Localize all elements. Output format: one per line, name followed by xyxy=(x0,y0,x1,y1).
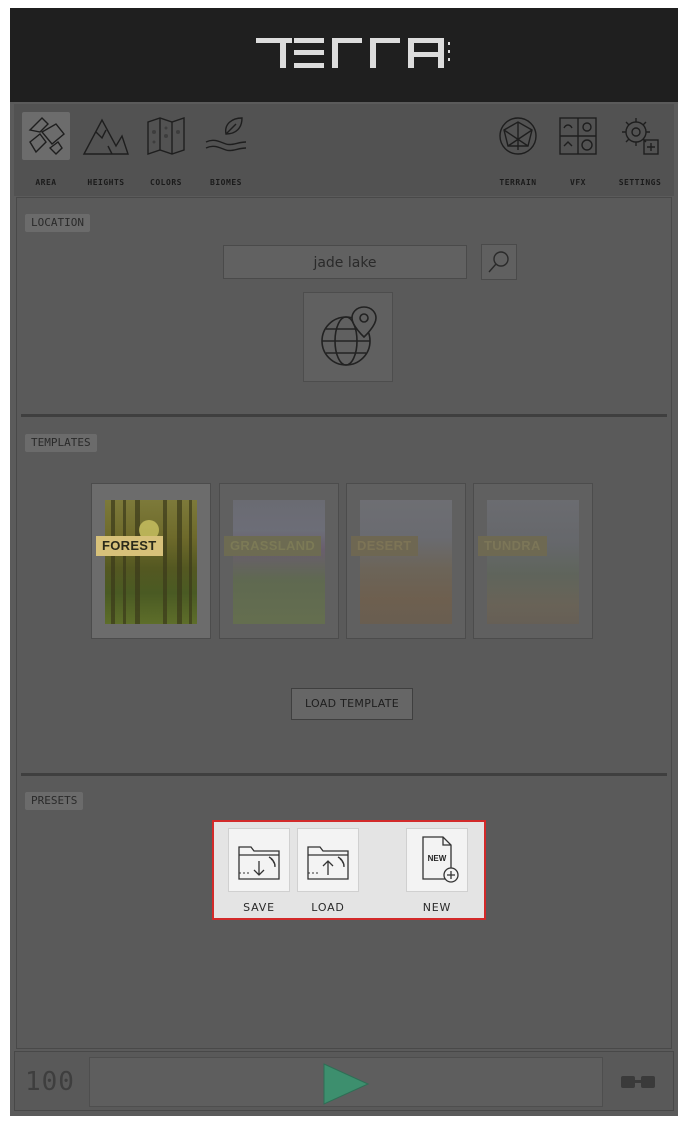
play-icon xyxy=(323,1063,370,1105)
vfx-icon xyxy=(554,112,602,160)
gear-icon xyxy=(616,112,664,160)
play-button[interactable] xyxy=(320,1062,372,1110)
presets-section-label: PRESETS xyxy=(25,792,84,810)
tundra-thumbnail xyxy=(487,500,579,624)
template-card-desert[interactable]: DESERT xyxy=(346,483,466,639)
header-bar xyxy=(10,8,678,102)
area-icon xyxy=(22,112,70,160)
toolbar-item-biomes[interactable]: BIOMES xyxy=(198,104,254,196)
new-label: NEW xyxy=(422,901,452,914)
grassland-thumbnail xyxy=(233,500,325,624)
leaf-hand-icon xyxy=(202,112,250,160)
save-label: SAVE xyxy=(243,901,275,914)
save-preset-button[interactable] xyxy=(228,828,290,892)
template-label-forest: FOREST xyxy=(96,536,163,556)
vr-glasses-button[interactable] xyxy=(619,1072,659,1096)
presets-highlight-box: NEW SAVE LOAD NEW xyxy=(212,820,486,920)
globe-pin-icon xyxy=(321,306,377,366)
load-preset-button[interactable] xyxy=(297,828,359,892)
template-card-tundra[interactable]: TUNDRA xyxy=(473,483,593,639)
toolbar-item-area[interactable]: AREA xyxy=(18,104,74,196)
map-icon xyxy=(142,112,190,160)
forest-thumbnail xyxy=(105,500,197,624)
main-toolbar: AREA HEIGHTS COLORS BIOMES TERRAIN VFX S… xyxy=(14,104,674,196)
search-button[interactable] xyxy=(481,244,517,280)
glasses-icon xyxy=(621,1076,655,1088)
load-label: LOAD xyxy=(311,901,345,914)
toolbar-item-heights[interactable]: HEIGHTS xyxy=(78,104,134,196)
search-icon xyxy=(488,251,509,273)
template-label-tundra: TUNDRA xyxy=(478,536,547,556)
toolbar-item-vfx[interactable]: VFX xyxy=(550,104,606,196)
toolbar-label-biomes: BIOMES xyxy=(210,178,242,187)
main-panel: LOCATION jade lake TEMPLATES FOREST GRAS… xyxy=(16,197,672,1049)
folder-load-icon xyxy=(307,846,349,880)
location-globe-button[interactable] xyxy=(303,292,393,382)
location-section-label: LOCATION xyxy=(25,214,90,232)
template-label-desert: DESERT xyxy=(351,536,418,556)
template-card-grassland[interactable]: GRASSLAND xyxy=(219,483,339,639)
folder-save-icon xyxy=(238,846,280,880)
new-document-icon: NEW xyxy=(422,836,459,883)
terrain-sphere-icon xyxy=(494,112,542,160)
template-card-forest[interactable]: FOREST xyxy=(91,483,211,639)
toolbar-item-terrain[interactable]: TERRAIN xyxy=(490,104,546,196)
terra-app: AREA HEIGHTS COLORS BIOMES TERRAIN VFX S… xyxy=(10,8,678,1116)
new-badge-text: NEW xyxy=(428,854,447,863)
desert-thumbnail xyxy=(360,500,452,624)
load-template-button[interactable]: LOAD TEMPLATE xyxy=(291,688,413,720)
templates-section-label: TEMPLATES xyxy=(25,434,97,452)
terra-logo xyxy=(256,38,456,74)
new-preset-button[interactable]: NEW xyxy=(406,828,468,892)
location-search-input[interactable]: jade lake xyxy=(223,245,467,279)
toolbar-item-colors[interactable]: COLORS xyxy=(138,104,194,196)
toolbar-label-settings: SETTINGS xyxy=(618,178,662,187)
frame-counter: 100 xyxy=(25,1067,75,1097)
template-label-grassland: GRASSLAND xyxy=(224,536,322,556)
section-divider xyxy=(21,414,667,417)
section-divider xyxy=(21,773,667,776)
toolbar-item-settings[interactable]: SETTINGS xyxy=(612,104,668,196)
bottom-bar: 100 xyxy=(14,1051,674,1111)
play-area xyxy=(89,1057,603,1107)
mountains-icon xyxy=(82,112,130,160)
